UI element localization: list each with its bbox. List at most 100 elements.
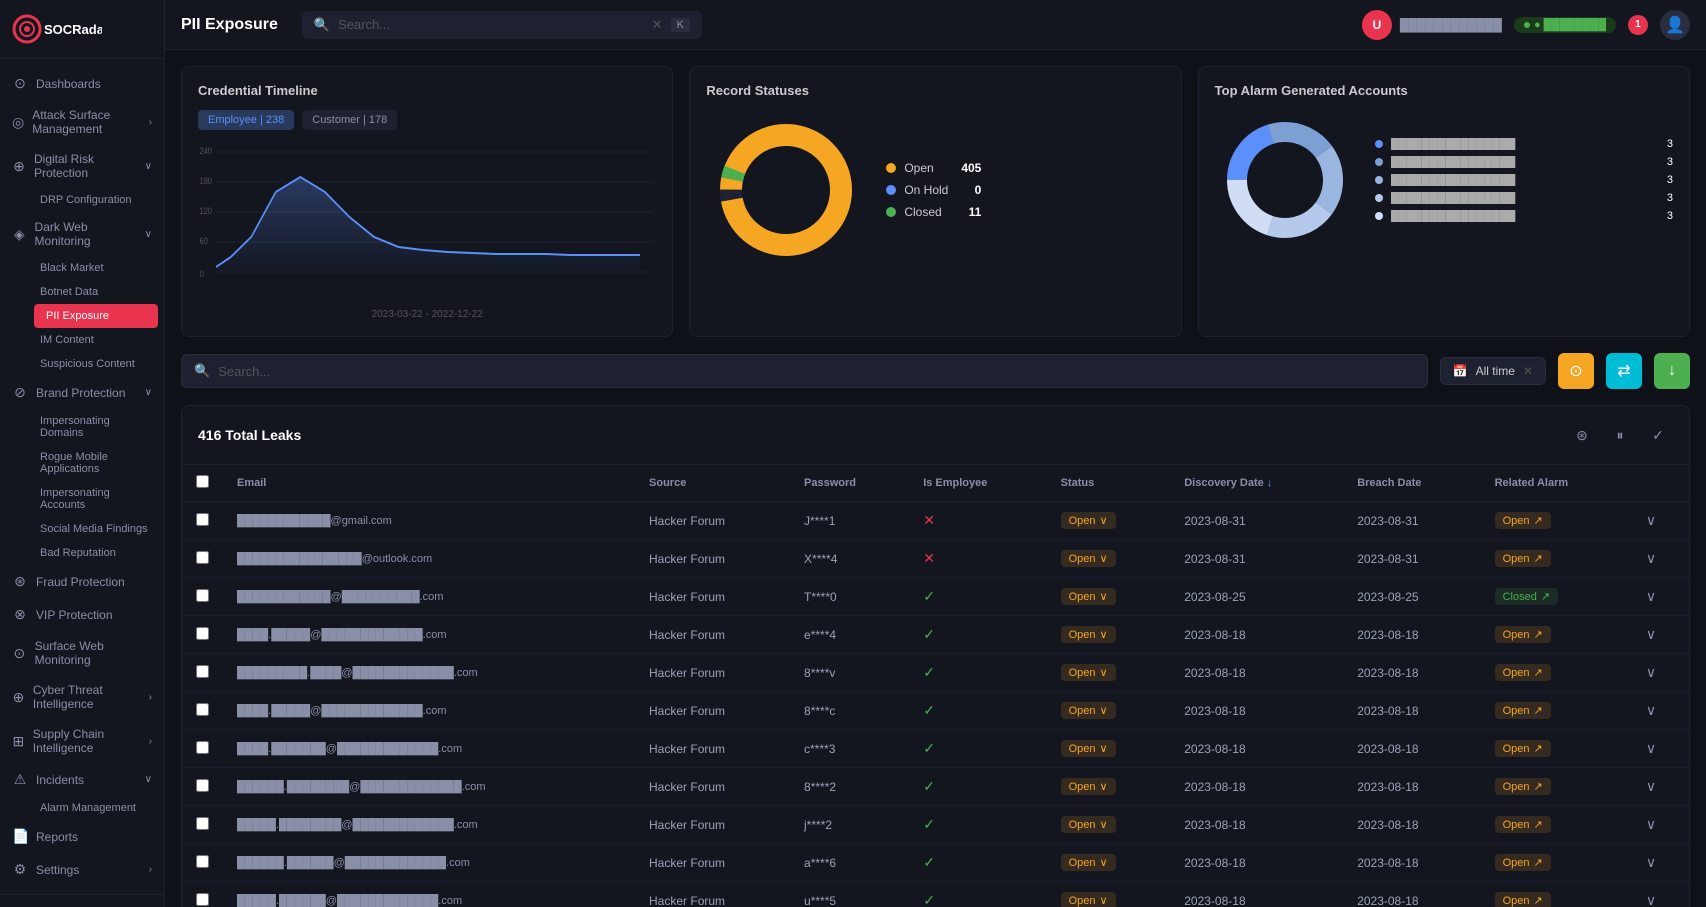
sidebar-item-impersonating-accounts[interactable]: Impersonating Accounts bbox=[28, 481, 164, 517]
sidebar-item-supply-chain[interactable]: ⊞ Supply Chain Intelligence › bbox=[0, 719, 164, 763]
sidebar-item-digital-risk[interactable]: ⊕ Digital Risk Protection ∨ bbox=[0, 144, 164, 188]
expand-row-button[interactable]: ∨ bbox=[1646, 892, 1656, 907]
related-alarm-badge[interactable]: Open ↗ bbox=[1495, 778, 1551, 795]
sidebar-item-cyber-threat[interactable]: ⊕ Cyber Threat Intelligence › bbox=[0, 675, 164, 719]
row-checkbox[interactable] bbox=[196, 513, 209, 526]
collapse-sidebar-button[interactable]: « bbox=[12, 903, 152, 907]
status-badge[interactable]: Open ∨ bbox=[1061, 740, 1116, 757]
filter-btn-green[interactable]: ↓ bbox=[1654, 353, 1690, 389]
sidebar-item-attack-surface[interactable]: ◎ Attack Surface Management › bbox=[0, 100, 164, 144]
row-checkbox[interactable] bbox=[196, 703, 209, 716]
cell-related-alarm[interactable]: Open ↗ bbox=[1481, 616, 1632, 654]
table-action-filter[interactable]: ⊛ bbox=[1567, 420, 1597, 450]
cell-expand[interactable]: ∨ bbox=[1632, 616, 1689, 654]
cell-expand[interactable]: ∨ bbox=[1632, 882, 1689, 907]
sidebar-item-botnet-data[interactable]: Botnet Data bbox=[28, 280, 164, 304]
row-checkbox[interactable] bbox=[196, 551, 209, 564]
related-alarm-badge[interactable]: Open ↗ bbox=[1495, 702, 1551, 719]
sidebar-item-impersonating-domains[interactable]: Impersonating Domains bbox=[28, 409, 164, 445]
account-avatar[interactable]: 👤 bbox=[1660, 10, 1690, 40]
sidebar-item-settings[interactable]: ⚙ Settings › bbox=[0, 853, 164, 886]
cell-expand[interactable]: ∨ bbox=[1632, 578, 1689, 616]
related-alarm-badge[interactable]: Open ↗ bbox=[1495, 550, 1551, 567]
related-alarm-badge[interactable]: Open ↗ bbox=[1495, 512, 1551, 529]
cell-related-alarm[interactable]: Open ↗ bbox=[1481, 730, 1632, 768]
expand-row-button[interactable]: ∨ bbox=[1646, 664, 1656, 680]
status-badge[interactable]: Open ∨ bbox=[1061, 664, 1116, 681]
cell-related-alarm[interactable]: Open ↗ bbox=[1481, 502, 1632, 540]
table-search-input[interactable] bbox=[218, 364, 1414, 379]
row-checkbox[interactable] bbox=[196, 779, 209, 792]
filter-btn-teal[interactable]: ⇄ bbox=[1606, 353, 1642, 389]
sidebar-item-black-market[interactable]: Black Market bbox=[28, 256, 164, 280]
cell-related-alarm[interactable]: Open ↗ bbox=[1481, 768, 1632, 806]
sidebar-item-surface-web[interactable]: ⊙ Surface Web Monitoring bbox=[0, 631, 164, 675]
notification-badge[interactable]: 1 bbox=[1628, 15, 1648, 35]
cell-expand[interactable]: ∨ bbox=[1632, 692, 1689, 730]
tab-employee[interactable]: Employee | 238 bbox=[198, 110, 294, 130]
status-badge[interactable]: Open ∨ bbox=[1061, 550, 1116, 567]
sidebar-item-bad-reputation[interactable]: Bad Reputation bbox=[28, 541, 164, 565]
cell-expand[interactable]: ∨ bbox=[1632, 730, 1689, 768]
tab-customer[interactable]: Customer | 178 bbox=[302, 110, 397, 130]
related-alarm-badge[interactable]: Open ↗ bbox=[1495, 664, 1551, 681]
cell-expand[interactable]: ∨ bbox=[1632, 502, 1689, 540]
status-badge[interactable]: Open ∨ bbox=[1061, 512, 1116, 529]
expand-row-button[interactable]: ∨ bbox=[1646, 740, 1656, 756]
row-checkbox[interactable] bbox=[196, 817, 209, 830]
row-checkbox[interactable] bbox=[196, 741, 209, 754]
cell-status[interactable]: Open ∨ bbox=[1047, 768, 1171, 806]
expand-row-button[interactable]: ∨ bbox=[1646, 778, 1656, 794]
row-checkbox[interactable] bbox=[196, 855, 209, 868]
sidebar-item-dark-web[interactable]: ◈ Dark Web Monitoring ∨ bbox=[0, 212, 164, 256]
cell-related-alarm[interactable]: Open ↗ bbox=[1481, 654, 1632, 692]
related-alarm-badge[interactable]: Open ↗ bbox=[1495, 816, 1551, 833]
table-action-pause[interactable]: ⏸ bbox=[1605, 420, 1635, 450]
search-close-icon[interactable]: ✕ bbox=[652, 17, 663, 33]
sidebar-item-fraud-protection[interactable]: ⊛ Fraud Protection bbox=[0, 565, 164, 598]
sidebar-item-suspicious-content[interactable]: Suspicious Content bbox=[28, 352, 164, 376]
cell-related-alarm[interactable]: Open ↗ bbox=[1481, 844, 1632, 882]
related-alarm-badge[interactable]: Open ↗ bbox=[1495, 626, 1551, 643]
status-badge[interactable]: Open ∨ bbox=[1061, 626, 1116, 643]
cell-status[interactable]: Open ∨ bbox=[1047, 692, 1171, 730]
expand-row-button[interactable]: ∨ bbox=[1646, 550, 1656, 566]
global-search-input[interactable] bbox=[338, 17, 644, 32]
cell-expand[interactable]: ∨ bbox=[1632, 844, 1689, 882]
status-badge[interactable]: Open ∨ bbox=[1061, 816, 1116, 833]
expand-row-button[interactable]: ∨ bbox=[1646, 588, 1656, 604]
cell-related-alarm[interactable]: Closed ↗ bbox=[1481, 578, 1632, 616]
row-checkbox[interactable] bbox=[196, 893, 209, 906]
cell-related-alarm[interactable]: Open ↗ bbox=[1481, 692, 1632, 730]
th-discovery-date[interactable]: Discovery Date bbox=[1170, 465, 1343, 502]
sidebar-item-im-content[interactable]: IM Content bbox=[28, 328, 164, 352]
sidebar-item-dashboards[interactable]: ⊙ Dashboards bbox=[0, 67, 164, 100]
expand-row-button[interactable]: ∨ bbox=[1646, 816, 1656, 832]
table-action-check[interactable]: ✓ bbox=[1643, 420, 1673, 450]
sidebar-item-incidents[interactable]: ⚠ Incidents ∨ bbox=[0, 763, 164, 796]
related-alarm-badge[interactable]: Open ↗ bbox=[1495, 854, 1551, 871]
row-checkbox[interactable] bbox=[196, 665, 209, 678]
cell-status[interactable]: Open ∨ bbox=[1047, 502, 1171, 540]
select-all-checkbox[interactable] bbox=[196, 475, 209, 488]
sidebar-item-rogue-mobile[interactable]: Rogue Mobile Applications bbox=[28, 445, 164, 481]
sidebar-item-pii-exposure[interactable]: PII Exposure bbox=[34, 304, 158, 328]
expand-row-button[interactable]: ∨ bbox=[1646, 512, 1656, 528]
expand-row-button[interactable]: ∨ bbox=[1646, 702, 1656, 718]
cell-status[interactable]: Open ∨ bbox=[1047, 578, 1171, 616]
status-badge[interactable]: Open ∨ bbox=[1061, 892, 1116, 907]
cell-expand[interactable]: ∨ bbox=[1632, 540, 1689, 578]
status-badge[interactable]: Open ∨ bbox=[1061, 702, 1116, 719]
related-alarm-badge[interactable]: Closed ↗ bbox=[1495, 588, 1558, 605]
cell-expand[interactable]: ∨ bbox=[1632, 806, 1689, 844]
related-alarm-badge[interactable]: Open ↗ bbox=[1495, 740, 1551, 757]
cell-status[interactable]: Open ∨ bbox=[1047, 844, 1171, 882]
cell-related-alarm[interactable]: Open ↗ bbox=[1481, 882, 1632, 907]
related-alarm-badge[interactable]: Open ↗ bbox=[1495, 892, 1551, 907]
status-badge[interactable]: Open ∨ bbox=[1061, 778, 1116, 795]
sidebar-item-alarm-management[interactable]: Alarm Management bbox=[28, 796, 164, 820]
cell-related-alarm[interactable]: Open ↗ bbox=[1481, 540, 1632, 578]
expand-row-button[interactable]: ∨ bbox=[1646, 626, 1656, 642]
time-filter[interactable]: 📅 All time ✕ bbox=[1440, 357, 1546, 385]
status-badge[interactable]: Open ∨ bbox=[1061, 854, 1116, 871]
